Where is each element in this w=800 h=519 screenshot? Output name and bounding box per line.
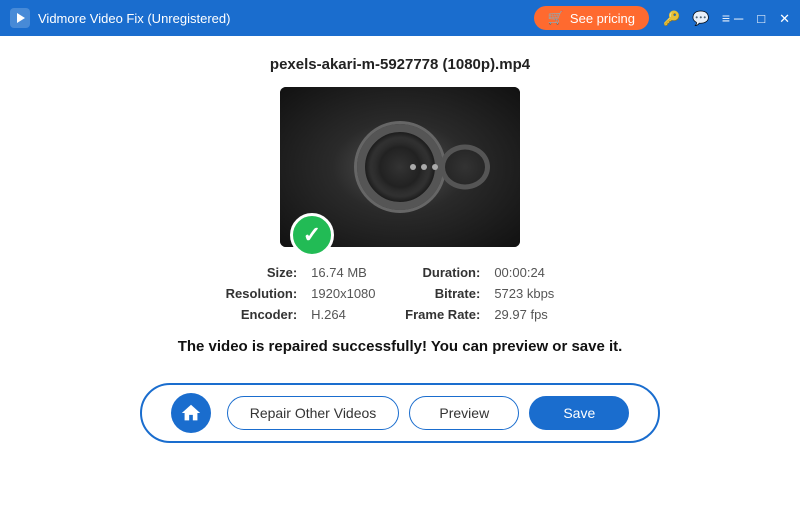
window-controls: ─ □ ✕ [734, 12, 790, 25]
chat-icon[interactable]: 💬 [692, 10, 709, 27]
action-buttons-container: Repair Other Videos Preview Save [140, 383, 660, 443]
title-bar-controls: 🔑 💬 ≡ [663, 10, 730, 27]
dot-3 [432, 164, 438, 170]
save-button[interactable]: Save [529, 396, 629, 430]
size-label: Size: [226, 265, 298, 280]
close-button[interactable]: ✕ [779, 12, 790, 25]
bitrate-value: 5723 kbps [494, 286, 574, 301]
size-value: 16.74 MB [311, 265, 391, 280]
cart-icon: 🛒 [548, 10, 564, 26]
success-message: The video is repaired successfully! You … [178, 338, 623, 355]
dot-1 [410, 164, 416, 170]
maximize-button[interactable]: □ [757, 12, 765, 25]
menu-icon[interactable]: ≡ [722, 10, 730, 26]
key-icon[interactable]: 🔑 [663, 10, 680, 27]
video-thumb-dots [410, 164, 460, 170]
dot-5 [454, 164, 460, 170]
success-checkmark: ✓ [290, 213, 334, 257]
main-content: pexels-akari-m-5927778 (1080p).mp4 ✓ Siz… [0, 36, 800, 519]
resolution-value: 1920x1080 [311, 286, 391, 301]
duration-value: 00:00:24 [494, 265, 574, 280]
framerate-value: 29.97 fps [494, 307, 574, 322]
duration-label: Duration: [405, 265, 480, 280]
encoder-value: H.264 [311, 307, 391, 322]
app-logo [10, 8, 30, 28]
bitrate-label: Bitrate: [405, 286, 480, 301]
minimize-button[interactable]: ─ [734, 12, 743, 25]
video-filename: pexels-akari-m-5927778 (1080p).mp4 [270, 56, 530, 73]
video-info-table: Size: 16.74 MB Duration: 00:00:24 Resolu… [226, 265, 575, 322]
home-button[interactable] [171, 393, 211, 433]
title-bar: Vidmore Video Fix (Unregistered) 🛒 See p… [0, 0, 800, 36]
resolution-label: Resolution: [226, 286, 298, 301]
video-thumbnail-wrapper: ✓ [280, 87, 520, 247]
see-pricing-button[interactable]: 🛒 See pricing [534, 6, 649, 30]
bottom-action-bar: Repair Other Videos Preview Save [40, 375, 760, 453]
dot-2 [421, 164, 427, 170]
dot-4 [443, 164, 449, 170]
app-title: Vidmore Video Fix (Unregistered) [38, 11, 534, 26]
home-icon [180, 402, 202, 424]
framerate-label: Frame Rate: [405, 307, 480, 322]
encoder-label: Encoder: [226, 307, 298, 322]
repair-other-videos-button[interactable]: Repair Other Videos [227, 396, 400, 430]
preview-button[interactable]: Preview [409, 396, 519, 430]
